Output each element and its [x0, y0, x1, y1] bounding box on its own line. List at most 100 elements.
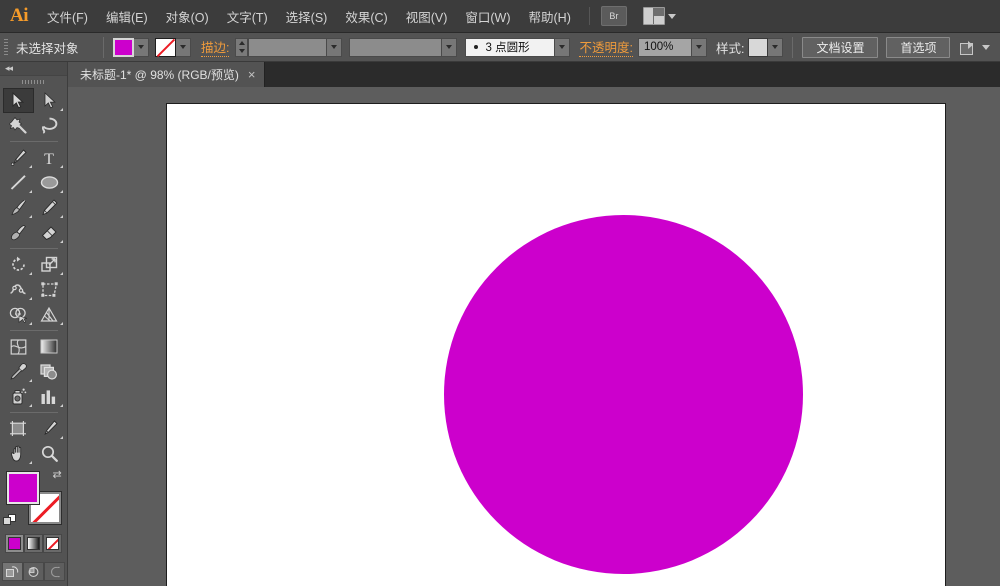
artboard-tool[interactable]: [3, 416, 34, 441]
ellipse-tool[interactable]: [34, 170, 65, 195]
tool-expand-corner-icon: [59, 436, 63, 439]
tool-expand-corner-icon: [28, 322, 32, 325]
menu-edit[interactable]: 编辑(E): [97, 0, 157, 33]
stroke-weight-label[interactable]: 描边:: [201, 37, 230, 57]
tool-expand-corner-icon: [59, 190, 63, 193]
menu-object[interactable]: 对象(O): [157, 0, 218, 33]
direct-selection-tool[interactable]: [34, 88, 65, 113]
blend-tool[interactable]: [34, 359, 65, 384]
stroke-swatch-none[interactable]: [155, 37, 176, 58]
stroke-weight-field[interactable]: [248, 37, 328, 57]
scale-tool[interactable]: [34, 252, 65, 277]
select-similar-chevron-icon[interactable]: [982, 44, 991, 50]
menu-window[interactable]: 窗口(W): [456, 0, 519, 33]
tool-expand-corner-icon: [28, 461, 32, 464]
zoom-tool[interactable]: [34, 441, 65, 466]
column-graph-tool[interactable]: [34, 384, 65, 409]
stroke-profile-dropdown[interactable]: [442, 37, 458, 57]
tool-expand-corner-icon: [59, 165, 63, 168]
draw-normal-button[interactable]: [2, 562, 23, 581]
stroke-weight-stepper[interactable]: [235, 37, 249, 57]
tool-expand-corner-icon: [28, 379, 32, 382]
tool-expand-corner-icon: [28, 404, 32, 407]
svg-text:T: T: [44, 151, 54, 166]
control-bar-grip[interactable]: [3, 37, 9, 57]
eyedropper-tool[interactable]: [3, 359, 34, 384]
shape-builder-tool[interactable]: [3, 302, 34, 327]
fill-swatch[interactable]: [113, 37, 134, 57]
close-icon[interactable]: ×: [248, 68, 256, 81]
symbol-sprayer-tool[interactable]: [3, 384, 34, 409]
graphic-style-dropdown[interactable]: [768, 37, 784, 57]
menu-help[interactable]: 帮助(H): [520, 0, 580, 33]
swap-fill-stroke-icon[interactable]: ⇄: [53, 470, 65, 482]
stroke-weight-dropdown[interactable]: [327, 37, 343, 57]
graphic-style-swatch[interactable]: [748, 37, 769, 57]
pen-tool[interactable]: [3, 145, 34, 170]
brush-definition-field[interactable]: 3 点圆形: [465, 37, 556, 57]
arrange-documents-button[interactable]: [642, 7, 676, 25]
gradient-mode-button[interactable]: [24, 534, 43, 553]
opacity-dropdown[interactable]: [691, 37, 707, 57]
rotate-tool[interactable]: [3, 252, 34, 277]
fill-swatch-control[interactable]: [113, 37, 149, 57]
app-logo: Ai: [10, 5, 29, 26]
tool-expand-corner-icon: [59, 240, 63, 243]
menu-view[interactable]: 视图(V): [397, 0, 457, 33]
lasso-tool[interactable]: [34, 113, 65, 138]
fill-color-box[interactable]: [6, 472, 39, 504]
document-tab[interactable]: 未标题-1* @ 98% (RGB/预览) ×: [68, 62, 266, 87]
opacity-label[interactable]: 不透明度:: [579, 37, 633, 57]
hand-tool[interactable]: [3, 441, 34, 466]
gradient-tool[interactable]: [34, 334, 65, 359]
fill-dropdown-button[interactable]: [134, 37, 149, 57]
tools-panel-grip[interactable]: [0, 76, 67, 88]
artboard[interactable]: [167, 104, 945, 586]
stroke-profile-field[interactable]: [349, 37, 443, 57]
control-bar: 未选择对象 描边: 3 点圆形 不透明度: 100% 样式: 文档设置 首选项: [0, 33, 1000, 62]
type-tool[interactable]: T: [34, 145, 65, 170]
color-mode-button[interactable]: [5, 534, 24, 553]
canvas-area[interactable]: [68, 87, 1000, 586]
mesh-tool[interactable]: [3, 334, 34, 359]
none-mode-button[interactable]: [43, 534, 62, 553]
menu-type[interactable]: 文字(T): [218, 0, 277, 33]
menu-select[interactable]: 选择(S): [277, 0, 337, 33]
opacity-field[interactable]: 100%: [637, 37, 692, 57]
magic-wand-tool[interactable]: [3, 113, 34, 138]
free-transform-tool[interactable]: [34, 277, 65, 302]
tool-expand-corner-icon: [59, 322, 63, 325]
blob-brush-tool[interactable]: [3, 220, 34, 245]
default-fill-stroke-icon[interactable]: [2, 514, 17, 528]
select-similar-icon[interactable]: [960, 40, 976, 55]
menu-effect[interactable]: 效果(C): [336, 0, 396, 33]
pencil-tool[interactable]: [34, 195, 65, 220]
double-chevron-left-icon[interactable]: ◂◂: [5, 63, 13, 74]
selection-tool[interactable]: [2, 88, 34, 113]
bridge-button[interactable]: Br: [600, 6, 627, 26]
stroke-dropdown-button[interactable]: [176, 37, 191, 57]
slice-tool[interactable]: [34, 416, 65, 441]
draw-inside-button[interactable]: [44, 562, 65, 581]
paintbrush-tool[interactable]: [3, 195, 34, 220]
preferences-button[interactable]: 首选项: [886, 36, 951, 58]
draw-behind-button[interactable]: [23, 562, 44, 581]
line-segment-tool[interactable]: [3, 170, 34, 195]
menu-bar: Ai 文件(F) 编辑(E) 对象(O) 文字(T) 选择(S) 效果(C) 视…: [0, 0, 1000, 33]
width-tool[interactable]: [3, 277, 34, 302]
eraser-tool[interactable]: [34, 220, 65, 245]
brush-definition-dropdown[interactable]: [555, 37, 571, 57]
menu-file[interactable]: 文件(F): [38, 0, 97, 33]
magenta-ellipse[interactable]: [444, 215, 803, 574]
tools-panel-header[interactable]: ◂◂: [0, 62, 67, 76]
fill-stroke-control: ⇄: [2, 470, 65, 528]
style-label: 样式:: [715, 41, 745, 56]
tools-grid: T: [0, 88, 67, 466]
stroke-swatch-control[interactable]: [155, 37, 191, 58]
document-setup-button[interactable]: 文档设置: [802, 36, 879, 58]
perspective-grid-tool[interactable]: [34, 302, 65, 327]
illustrator-window: Ai 文件(F) 编辑(E) 对象(O) 文字(T) 选择(S) 效果(C) 视…: [0, 0, 1000, 586]
chevron-down-icon: [667, 13, 676, 19]
tool-expand-corner-icon: [59, 108, 63, 111]
document-tab-label: 未标题-1* @ 98% (RGB/预览): [80, 68, 239, 82]
